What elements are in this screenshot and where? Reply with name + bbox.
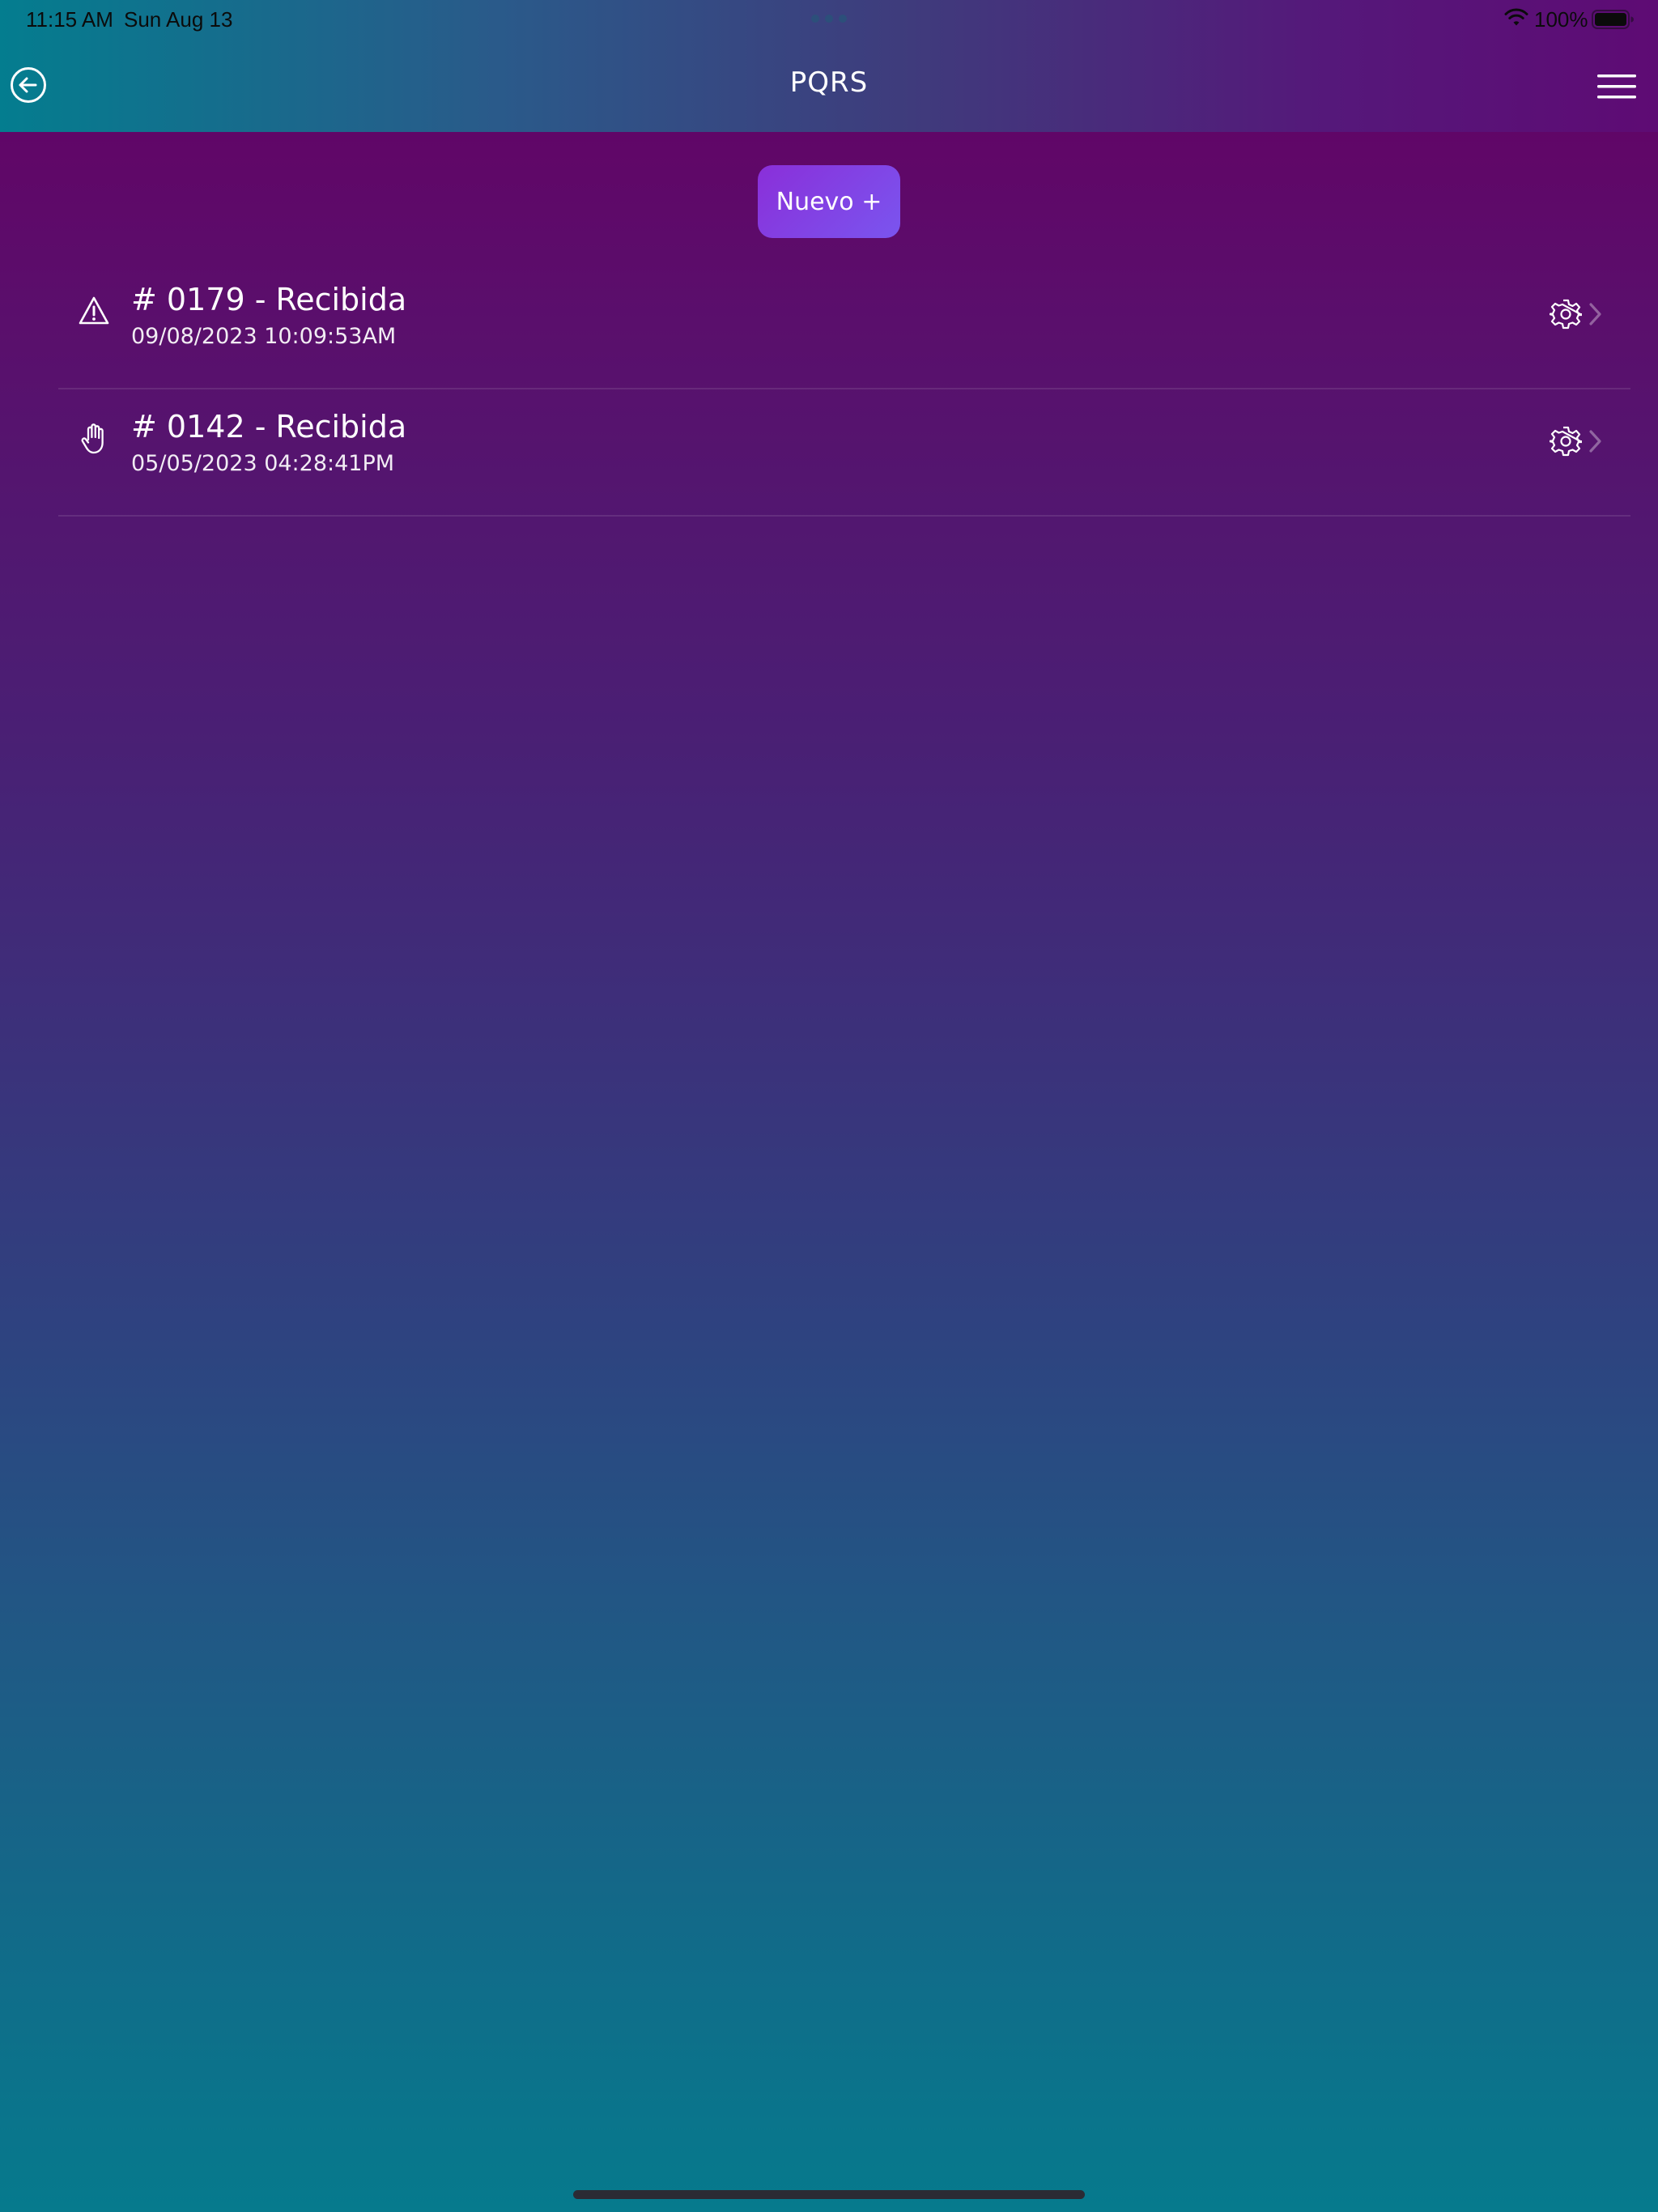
list-item[interactable]: # 0179 - Recibida 09/08/2023 10:09:53AM [58, 262, 1630, 389]
item-date: 05/05/2023 04:28:41PM [131, 451, 395, 476]
home-indicator[interactable] [573, 2190, 1085, 2199]
hamburger-menu-icon [1597, 74, 1636, 99]
page-title: PQRS [789, 66, 869, 99]
item-date: 09/08/2023 10:09:53AM [131, 324, 397, 349]
item-title: # 0179 - Recibida [131, 282, 407, 317]
list-item[interactable]: # 0142 - Recibida 05/05/2023 04:28:41PM [58, 389, 1630, 517]
pqrs-list: # 0179 - Recibida 09/08/2023 10:09:53AM … [58, 262, 1630, 517]
status-date: Sun Aug 13 [124, 7, 233, 32]
status-bar: 11:15 AM Sun Aug 13 100% [0, 0, 1658, 39]
hand-stop-icon [81, 423, 104, 454]
menu-button[interactable] [1596, 73, 1637, 100]
multitasking-dots-icon[interactable] [811, 15, 847, 23]
new-button[interactable]: Nuevo + [758, 165, 900, 238]
gear-icon[interactable] [1550, 298, 1582, 330]
gear-icon[interactable] [1550, 425, 1582, 457]
warning-triangle-icon [79, 296, 109, 325]
chevron-right-icon [1589, 303, 1601, 325]
chevron-right-icon [1589, 430, 1601, 453]
app-header: 11:15 AM Sun Aug 13 100% PQRS [0, 0, 1658, 132]
battery-icon [1592, 10, 1634, 29]
battery-percentage: 100% [1534, 7, 1588, 32]
status-time: 11:15 AM [26, 7, 113, 32]
item-title: # 0142 - Recibida [131, 409, 407, 445]
wifi-icon [1504, 8, 1528, 26]
